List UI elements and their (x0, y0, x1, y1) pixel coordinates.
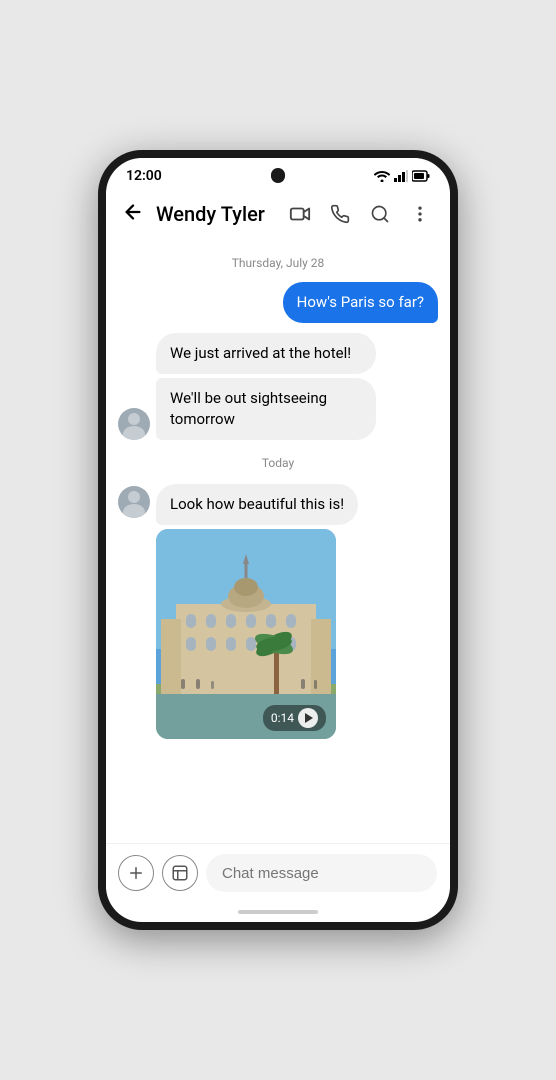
bubble-received-1: We just arrived at the hotel! (156, 333, 376, 374)
video-overlay[interactable]: 0:14 (263, 705, 326, 731)
message-received-today: Look how beautiful this is! (118, 484, 438, 739)
message-received-group: We just arrived at the hotel! We'll be o… (118, 333, 438, 440)
bubble-received-2: We'll be out sightseeing tomorrow (156, 378, 376, 440)
more-button[interactable] (402, 196, 438, 232)
camera-notch (271, 168, 285, 182)
bubble-sent-1: How's Paris so far? (283, 282, 438, 323)
home-bar (238, 910, 318, 914)
avatar-today (118, 486, 150, 518)
signal-icon (394, 170, 408, 182)
date-separator-thursday: Thursday, July 28 (118, 256, 438, 270)
chat-area[interactable]: Thursday, July 28 How's Paris so far? We… (106, 240, 450, 843)
volume-up-button (98, 323, 100, 373)
play-button[interactable] (298, 708, 318, 728)
date-separator-today: Today (118, 456, 438, 470)
top-nav: Wendy Tyler (106, 188, 450, 240)
video-call-button[interactable] (282, 196, 318, 232)
battery-icon (412, 170, 430, 182)
stickers-button[interactable] (162, 855, 198, 891)
bubble-received-today: Look how beautiful this is! (156, 484, 358, 525)
image-message[interactable]: 0:14 (156, 529, 336, 739)
status-time: 12:00 (126, 168, 162, 184)
power-button (456, 318, 458, 378)
attach-button[interactable] (118, 855, 154, 891)
back-button[interactable] (118, 197, 148, 232)
phone-frame: 12:00 (98, 150, 458, 930)
bottom-bar (106, 843, 450, 902)
avatar (118, 408, 150, 440)
chat-input[interactable] (206, 854, 437, 892)
emoji-button[interactable] (445, 856, 450, 890)
message-sent-1: How's Paris so far? (118, 282, 438, 323)
phone-button[interactable] (322, 196, 358, 232)
video-time: 0:14 (271, 711, 294, 725)
received-bubble-group: We just arrived at the hotel! We'll be o… (156, 333, 376, 440)
wifi-icon (374, 170, 390, 182)
home-indicator (106, 902, 450, 922)
status-icons (374, 170, 430, 182)
contact-name: Wendy Tyler (156, 202, 274, 226)
nav-actions (282, 196, 438, 232)
silent-switch (98, 278, 100, 308)
volume-down-button (98, 388, 100, 438)
search-button[interactable] (362, 196, 398, 232)
